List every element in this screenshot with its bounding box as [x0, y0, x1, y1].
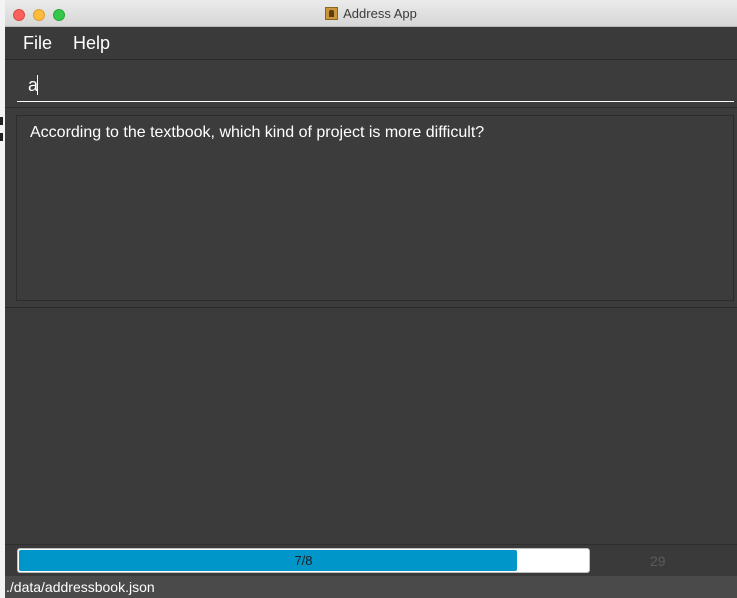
address-book-icon — [325, 7, 339, 20]
window-title: Address App — [343, 6, 417, 21]
counter-value: 29 — [650, 553, 666, 569]
menu-file[interactable]: File — [23, 33, 52, 54]
menu-help[interactable]: Help — [73, 33, 110, 54]
progress-label: 7/8 — [294, 553, 313, 568]
list-panel — [5, 308, 737, 544]
menu-bar: File Help — [5, 27, 737, 60]
progress-bar: 7/8 — [17, 548, 590, 573]
app-window: Address App File Help According to the t… — [5, 0, 737, 598]
progress-row: 7/8 29 — [5, 544, 737, 576]
status-bar: ./data/addressbook.json — [5, 576, 737, 598]
desktop-fragment — [0, 133, 3, 141]
title-bar[interactable]: Address App — [5, 0, 737, 27]
text-caret — [37, 75, 38, 95]
result-text: According to the textbook, which kind of… — [30, 124, 485, 141]
desktop-fragment — [0, 117, 3, 125]
save-location-path: ./data/addressbook.json — [6, 579, 155, 595]
window-title-container: Address App — [5, 0, 737, 27]
command-input[interactable] — [17, 70, 734, 102]
result-display: According to the textbook, which kind of… — [16, 115, 734, 301]
command-box — [5, 60, 737, 108]
